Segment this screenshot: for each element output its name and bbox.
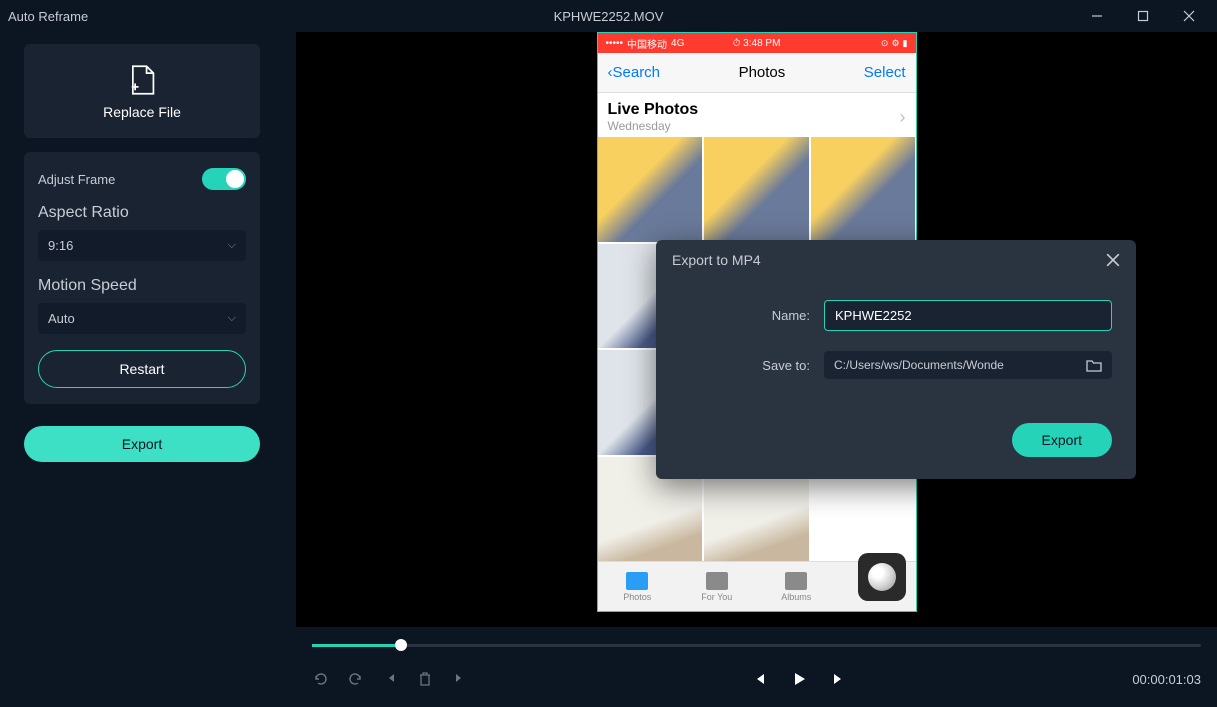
aspect-ratio-value: 9:16 bbox=[48, 238, 73, 253]
minimize-button[interactable] bbox=[1077, 2, 1117, 30]
delete-icon[interactable] bbox=[418, 671, 432, 687]
restart-button[interactable]: Restart bbox=[38, 350, 246, 388]
replace-file-button[interactable]: Replace File bbox=[24, 44, 260, 138]
name-input[interactable] bbox=[824, 300, 1112, 331]
phone-section-header: Live Photos Wednesday › bbox=[598, 93, 916, 137]
dialog-title: Export to MP4 bbox=[672, 252, 1106, 268]
maximize-button[interactable] bbox=[1123, 2, 1163, 30]
preview-area: •••••中国移动4G ⏱ 3:48 PM ⊙⚙▮ ‹ Search Photo… bbox=[296, 32, 1217, 707]
file-title: KPHWE2252.MOV bbox=[554, 9, 664, 24]
redo-icon[interactable] bbox=[348, 671, 364, 687]
saveto-label: Save to: bbox=[680, 358, 810, 373]
adjust-frame-label: Adjust Frame bbox=[38, 172, 202, 187]
thumbnail bbox=[598, 137, 703, 242]
play-icon[interactable] bbox=[791, 671, 807, 687]
prev-frame-icon[interactable] bbox=[384, 671, 398, 687]
undo-icon[interactable] bbox=[312, 671, 328, 687]
thumbnail bbox=[704, 137, 809, 242]
aspect-ratio-label: Aspect Ratio bbox=[38, 204, 246, 222]
chevron-right-icon: › bbox=[900, 107, 906, 128]
phone-nav-title: Photos bbox=[660, 64, 864, 81]
saveto-path[interactable]: C:/Users/ws/Documents/Wonde bbox=[824, 351, 1112, 379]
playback-controls: 00:00:01:03 bbox=[296, 627, 1217, 707]
dialog-export-button[interactable]: Export bbox=[1012, 423, 1112, 457]
dialog-close-button[interactable] bbox=[1106, 253, 1120, 267]
replace-file-label: Replace File bbox=[103, 104, 181, 120]
chevron-down-icon: ⌵ bbox=[228, 239, 236, 252]
timeline-slider[interactable] bbox=[312, 637, 1201, 653]
next-frame-icon[interactable] bbox=[452, 671, 466, 687]
close-button[interactable] bbox=[1169, 2, 1209, 30]
motion-speed-label: Motion Speed bbox=[38, 277, 246, 295]
motion-speed-value: Auto bbox=[48, 311, 75, 326]
phone-back: ‹ Search bbox=[608, 64, 661, 81]
name-label: Name: bbox=[680, 308, 810, 323]
export-button[interactable]: Export bbox=[24, 426, 260, 462]
thumbnail bbox=[811, 137, 916, 242]
motion-speed-select[interactable]: Auto ⌵ bbox=[38, 303, 246, 334]
chevron-down-icon: ⌵ bbox=[228, 312, 236, 325]
phone-select: Select bbox=[864, 64, 906, 81]
file-plus-icon bbox=[128, 64, 156, 96]
timecode: 00:00:01:03 bbox=[1132, 672, 1201, 687]
assistive-touch-icon bbox=[858, 553, 906, 601]
step-forward-icon[interactable] bbox=[831, 671, 847, 687]
settings-panel: Adjust Frame Aspect Ratio 9:16 ⌵ Motion … bbox=[24, 152, 260, 404]
export-dialog: Export to MP4 Name: Save to: bbox=[656, 240, 1136, 479]
app-title: Auto Reframe bbox=[8, 9, 88, 24]
step-back-icon[interactable] bbox=[751, 671, 767, 687]
sidebar: Replace File Adjust Frame Aspect Ratio 9… bbox=[0, 32, 296, 707]
adjust-frame-toggle[interactable] bbox=[202, 168, 246, 190]
phone-statusbar: •••••中国移动4G ⏱ 3:48 PM ⊙⚙▮ bbox=[598, 33, 916, 53]
titlebar: Auto Reframe KPHWE2252.MOV bbox=[0, 0, 1217, 32]
folder-icon[interactable] bbox=[1086, 358, 1102, 372]
aspect-ratio-select[interactable]: 9:16 ⌵ bbox=[38, 230, 246, 261]
phone-navbar: ‹ Search Photos Select bbox=[598, 53, 916, 93]
